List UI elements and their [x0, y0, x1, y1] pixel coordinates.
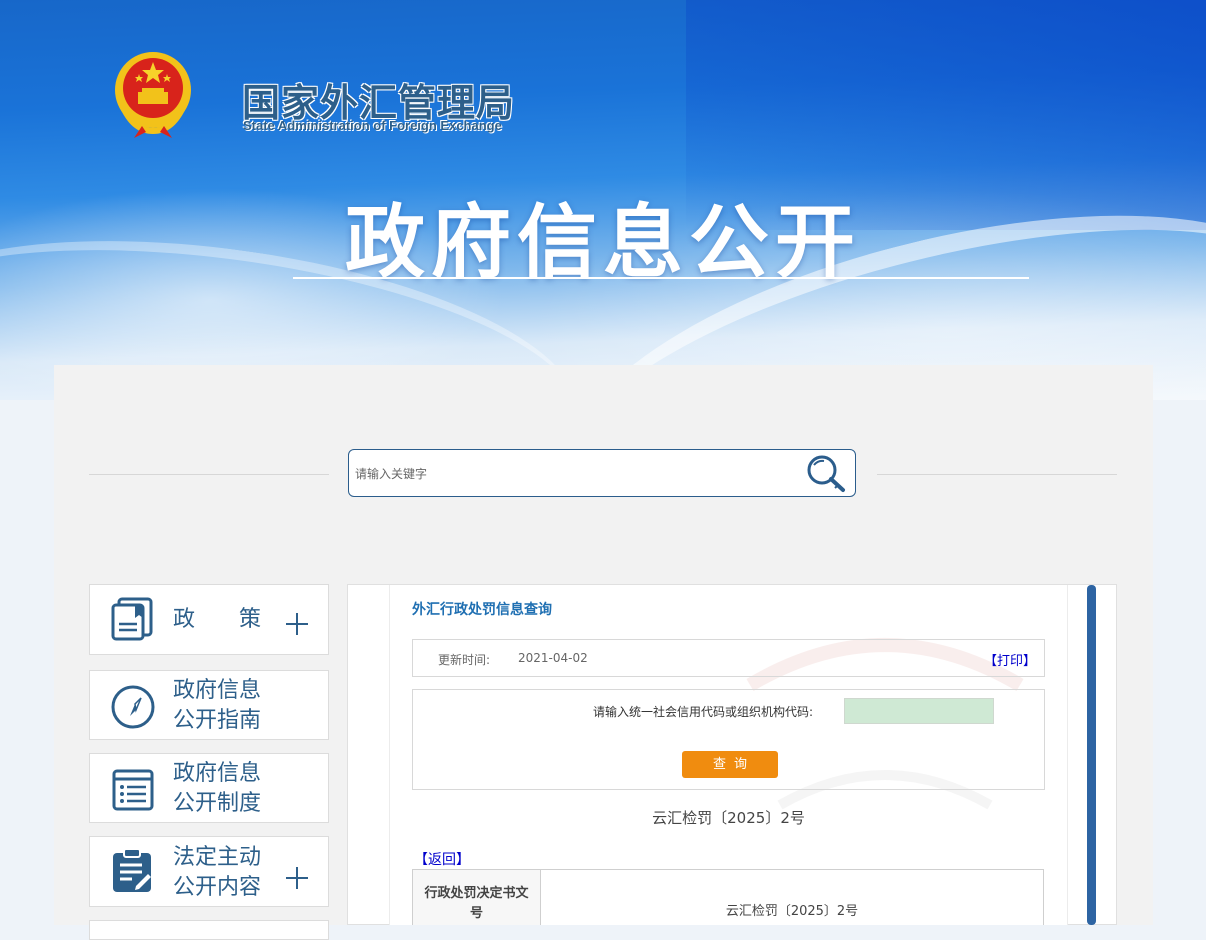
credit-code-input[interactable] — [844, 698, 994, 724]
sidebar-item-policy[interactable]: 政 策 — [89, 584, 329, 655]
table-value-cell: 云汇检罚〔2025〕2号 — [725, 904, 859, 919]
search-input[interactable] — [353, 458, 797, 490]
content-area: 外汇行政处罚信息查询 更新时间: 2021-04-02 【打印】 请输入统一社会… — [389, 585, 1068, 925]
back-link[interactable]: 【返回】 — [414, 849, 470, 869]
update-info-bar: 更新时间: 2021-04-02 【打印】 — [412, 639, 1045, 677]
update-time-value: 2021-04-02 — [518, 651, 588, 665]
content-title: 外汇行政处罚信息查询 — [412, 602, 552, 618]
search-divider-left — [89, 474, 329, 475]
document-number: 云汇检罚〔2025〕2号 — [652, 809, 805, 827]
sidebar-label-line2: 公开指南 — [173, 708, 262, 733]
search-box — [348, 449, 856, 497]
expand-plus-icon[interactable] — [286, 613, 308, 635]
compass-icon — [111, 685, 155, 729]
sidebar-item-label: 政府信息 公开制度 — [173, 759, 283, 819]
org-name-en: State Administration of Foreign Exchange — [243, 118, 502, 133]
title-divider — [293, 277, 1029, 279]
sidebar-label-line2: 公开内容 — [173, 875, 262, 900]
update-time-label: 更新时间: — [438, 653, 491, 667]
credit-code-label: 请输入统一社会信用代码或组织机构代码: — [593, 705, 814, 719]
sidebar-item-disclosure[interactable]: 法定主动 公开内容 — [89, 836, 329, 907]
scrollbar[interactable] — [1087, 585, 1096, 925]
query-form: 请输入统一社会信用代码或组织机构代码: 查询 — [412, 689, 1045, 790]
sidebar-item-system[interactable]: 政府信息 公开制度 — [89, 753, 329, 823]
sidebar-label-line1: 政府信息 — [173, 678, 262, 703]
search-divider-right — [877, 474, 1117, 475]
book-icon — [111, 597, 153, 641]
sidebar-item-label: 法定主动 公开内容 — [173, 843, 283, 903]
sidebar-label-line2: 公开制度 — [173, 791, 262, 816]
print-link[interactable]: 【打印】 — [984, 650, 1036, 669]
sidebar-label-line1: 政府信息 — [173, 761, 262, 786]
sidebar-item-label: 政 策 — [173, 607, 262, 632]
sidebar-label-line1: 法定主动 — [173, 845, 262, 870]
query-button[interactable]: 查询 — [682, 751, 778, 778]
penalty-table: 行政处罚决定书文号 云汇检罚〔2025〕2号 — [412, 869, 1044, 925]
search-icon[interactable] — [805, 454, 847, 494]
sidebar-item-more[interactable] — [89, 920, 329, 940]
national-emblem-icon — [115, 52, 191, 138]
expand-plus-icon[interactable] — [286, 867, 308, 889]
table-header-cell: 行政处罚决定书文号 — [413, 870, 541, 925]
clipboard-edit-icon — [113, 848, 151, 892]
document-list-icon — [112, 769, 154, 811]
sidebar-item-guide[interactable]: 政府信息 公开指南 — [89, 670, 329, 740]
sidebar-item-label: 政府信息 公开指南 — [173, 676, 283, 736]
